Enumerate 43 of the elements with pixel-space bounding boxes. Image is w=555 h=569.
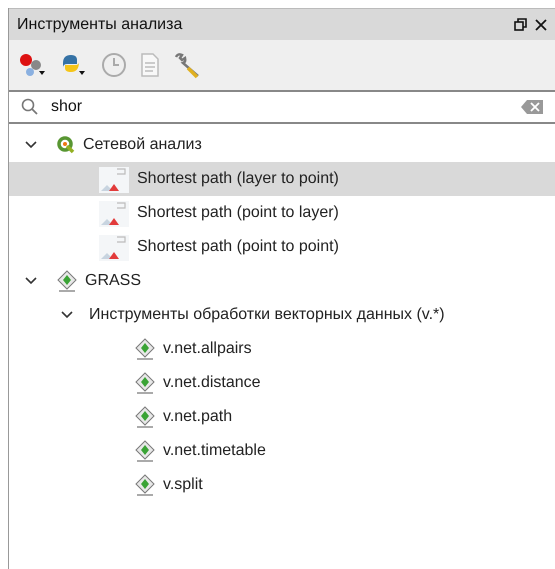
grass-icon	[135, 338, 155, 360]
q-logo-icon	[57, 136, 75, 154]
tree-item[interactable]: GRASS	[9, 264, 555, 298]
search-icon	[21, 98, 39, 116]
item-label: Сетевой анализ	[83, 135, 202, 155]
item-label: Shortest path (point to layer)	[137, 203, 339, 223]
panel-title: Инструменты анализа	[17, 14, 182, 34]
float-icon[interactable]	[514, 18, 527, 31]
item-label: Инструменты обработки векторных данных (v.*)	[89, 305, 445, 325]
item-label: v.net.distance	[163, 373, 261, 393]
search-input[interactable]: shor	[51, 95, 509, 119]
close-icon[interactable]	[535, 18, 547, 30]
tree-item[interactable]: Shortest path (layer to point)	[9, 162, 555, 196]
tree-item[interactable]: Сетевой анализ	[9, 128, 555, 162]
item-label: v.net.timetable	[163, 441, 266, 461]
item-label: v.net.path	[163, 407, 232, 427]
path-map-icon	[99, 165, 129, 193]
item-label: GRASS	[85, 271, 142, 291]
tree-item[interactable]: v.net.timetable	[9, 434, 555, 468]
tree-item[interactable]: v.net.allpairs	[9, 332, 555, 366]
grass-icon	[135, 474, 155, 496]
path-map-icon	[99, 199, 129, 227]
item-label: Shortest path (layer to point)	[137, 169, 339, 189]
tree-item[interactable]: Инструменты обработки векторных данных (v.*)	[9, 298, 555, 332]
path-map-icon	[99, 233, 129, 261]
chevron-down-icon[interactable]	[25, 277, 37, 285]
tree-item[interactable]: Shortest path (point to point)	[9, 230, 555, 264]
wrench-icon[interactable]	[173, 51, 201, 79]
tree-item[interactable]: v.net.distance	[9, 366, 555, 400]
grass-icon	[135, 372, 155, 394]
grass-icon	[135, 440, 155, 462]
chevron-down-icon[interactable]	[25, 141, 37, 149]
item-label: v.net.allpairs	[163, 339, 252, 359]
search-field[interactable]: shor	[9, 90, 555, 124]
tree-item[interactable]: v.net.path	[9, 400, 555, 434]
tree-item[interactable]: v.split	[9, 468, 555, 502]
item-label: Shortest path (point to point)	[137, 237, 339, 257]
tree-item[interactable]: Shortest path (point to layer)	[9, 196, 555, 230]
grass-icon	[135, 406, 155, 428]
clear-icon[interactable]	[521, 100, 543, 114]
item-label: v.split	[163, 475, 203, 495]
grass-icon	[57, 270, 77, 292]
chevron-down-icon[interactable]	[61, 311, 73, 319]
